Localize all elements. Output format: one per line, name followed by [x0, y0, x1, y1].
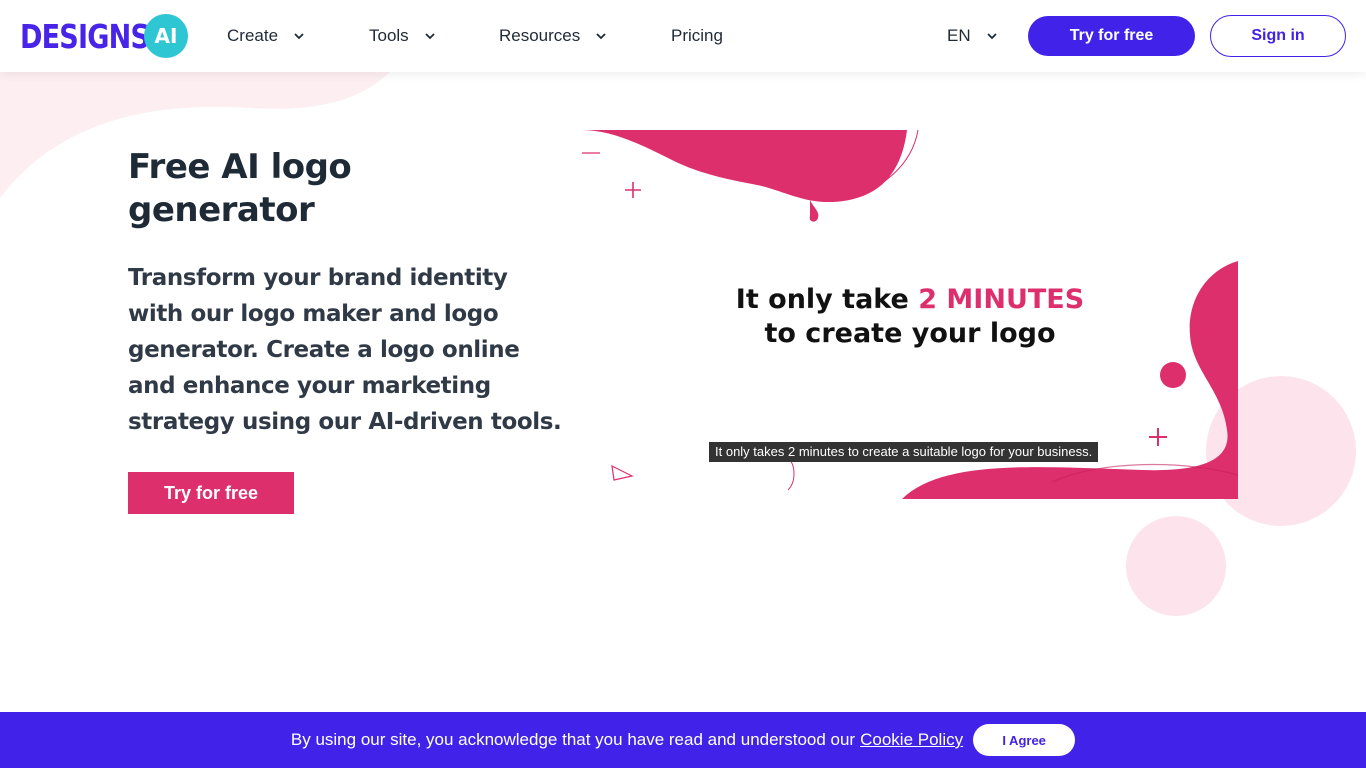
promo-headline: It only take 2 MINUTES to create your lo…: [582, 283, 1238, 351]
sign-in-button[interactable]: Sign in: [1210, 15, 1346, 57]
video-caption: It only takes 2 minutes to create a suit…: [709, 442, 1099, 462]
decorative-circle: [1126, 516, 1226, 616]
logo-wordmark: DESIGNS.: [20, 16, 159, 56]
nav-pricing[interactable]: Pricing: [671, 24, 723, 48]
hero-description: Transform your brand identity with our l…: [128, 265, 562, 435]
nav-pricing-label: Pricing: [671, 26, 723, 45]
promo-headline-part1: It only take: [735, 284, 919, 315]
nav-create-label: Create: [227, 26, 279, 45]
cookie-message: By using our site, you acknowledge that …: [290, 730, 856, 749]
try-for-free-button[interactable]: Try for free: [1028, 16, 1195, 56]
cookie-policy-link[interactable]: Cookie Policy: [860, 730, 963, 750]
designs-ai-logo[interactable]: DESIGNS. AI: [20, 14, 189, 58]
chevron-down-icon: [596, 33, 606, 40]
nav-resources[interactable]: Resources: [499, 24, 608, 48]
chevron-down-icon: [986, 33, 997, 40]
nav-tools[interactable]: Tools: [369, 24, 437, 48]
hero-title: Free AI logo generator: [128, 147, 352, 230]
promo-headline-accent: 2 MINUTES: [918, 284, 1085, 315]
nav-create[interactable]: Create: [227, 24, 306, 48]
logo-ai-badge: AI: [144, 14, 188, 58]
site-header: DESIGNS. AI Create Tools Resources Prici…: [0, 0, 1366, 72]
nav-resources-label: Resources: [499, 26, 581, 45]
language-label: EN: [947, 26, 971, 45]
nav-tools-label: Tools: [369, 26, 409, 45]
chevron-down-icon: [425, 33, 435, 40]
i-agree-button[interactable]: I Agree: [973, 724, 1076, 756]
hero-try-for-free-button[interactable]: Try for free: [128, 472, 294, 514]
cookie-consent-bar: By using our site, you acknowledge that …: [0, 712, 1366, 768]
promo-headline-part2: to create your logo: [764, 318, 1056, 349]
language-selector[interactable]: EN: [947, 24, 999, 48]
chevron-down-icon: [294, 33, 304, 40]
